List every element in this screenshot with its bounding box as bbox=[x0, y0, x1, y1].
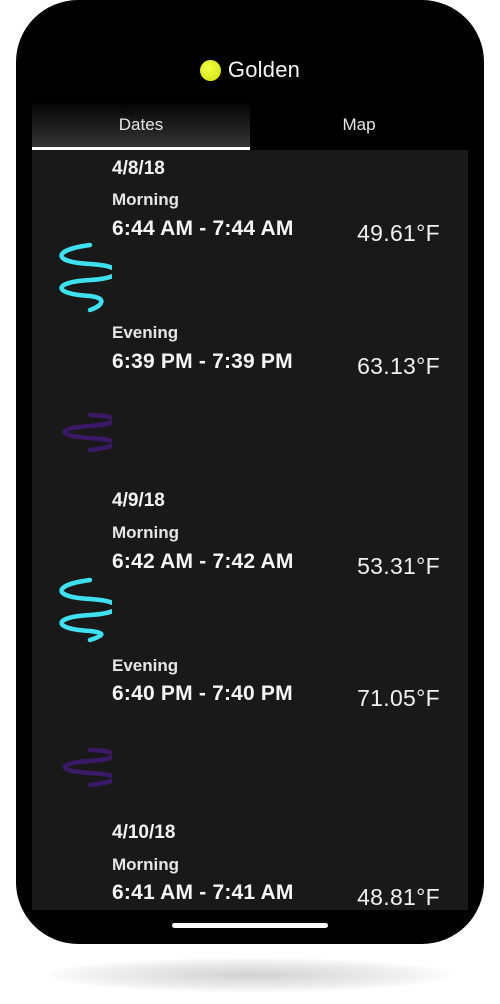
device-shadow bbox=[50, 958, 450, 992]
session-time-range: 6:39 PM - 7:39 PM bbox=[112, 350, 293, 373]
sun-icon bbox=[199, 60, 221, 81]
tab-map[interactable]: Map bbox=[250, 100, 468, 150]
tab-map-label: Map bbox=[342, 115, 376, 134]
phone-frame: Golden Dates Map 4/8/18 Morning 6:44 AM … bbox=[16, 0, 484, 944]
app-title: Golden bbox=[227, 57, 301, 82]
session-time-range: 6:41 AM - 7:41 AM bbox=[112, 881, 294, 904]
session-time-range: 6:42 AM - 7:42 AM bbox=[112, 550, 294, 573]
session-time-range: 6:44 AM - 7:44 AM bbox=[112, 217, 294, 240]
session-period: Evening bbox=[112, 656, 179, 675]
dates-list[interactable]: 4/8/18 Morning 6:44 AM - 7:44 AM 49.61°F… bbox=[32, 150, 468, 910]
day-date: 4/8/18 bbox=[112, 158, 165, 179]
day-date: 4/10/18 bbox=[112, 822, 176, 843]
session-period: Morning bbox=[112, 523, 180, 542]
session-temperature: 63.13°F bbox=[357, 353, 440, 379]
session-temperature: 53.31°F bbox=[357, 553, 440, 579]
home-indicator[interactable] bbox=[172, 923, 328, 928]
tab-dates[interactable]: Dates bbox=[32, 100, 250, 150]
tab-dates-label: Dates bbox=[118, 115, 164, 134]
session-period: Morning bbox=[112, 855, 180, 874]
session-temperature: 49.61°F bbox=[357, 220, 440, 246]
app-header: Golden bbox=[16, 40, 484, 100]
notch bbox=[126, 0, 352, 40]
day-date: 4/9/18 bbox=[112, 490, 165, 511]
session-temperature: 71.05°F bbox=[357, 685, 440, 711]
tab-bar: Dates Map bbox=[32, 100, 468, 150]
session-period: Evening bbox=[112, 323, 179, 342]
session-period: Morning bbox=[112, 190, 180, 209]
session-temperature: 48.81°F bbox=[357, 884, 440, 910]
session-time-range: 6:40 PM - 7:40 PM bbox=[112, 682, 293, 705]
entries: 4/8/18 Morning 6:44 AM - 7:44 AM 49.61°F… bbox=[32, 150, 468, 910]
